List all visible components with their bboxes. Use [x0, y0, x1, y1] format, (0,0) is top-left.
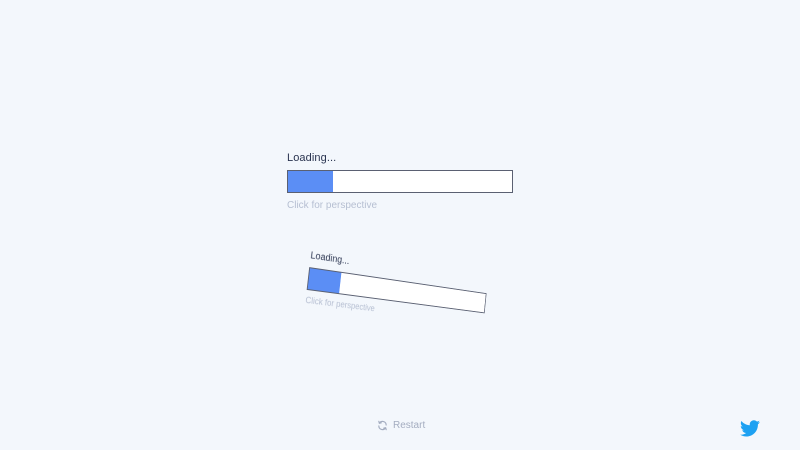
perspective-stage: Loading... Click for perspective [305, 249, 534, 329]
progress-loader[interactable]: Loading... Click for perspective [287, 151, 513, 213]
perspective-hint[interactable]: Click for perspective [287, 199, 513, 213]
refresh-icon [377, 420, 388, 431]
loader-title: Loading... [287, 152, 337, 164]
twitter-icon[interactable] [740, 420, 760, 437]
restart-button[interactable]: Restart [377, 418, 425, 432]
restart-label: Restart [393, 419, 426, 431]
progress-track [287, 170, 513, 193]
perspective-progress-fill [307, 268, 342, 294]
progress-fill [288, 171, 333, 192]
perspective-progress-loader[interactable]: Loading... Click for perspective [305, 249, 488, 328]
